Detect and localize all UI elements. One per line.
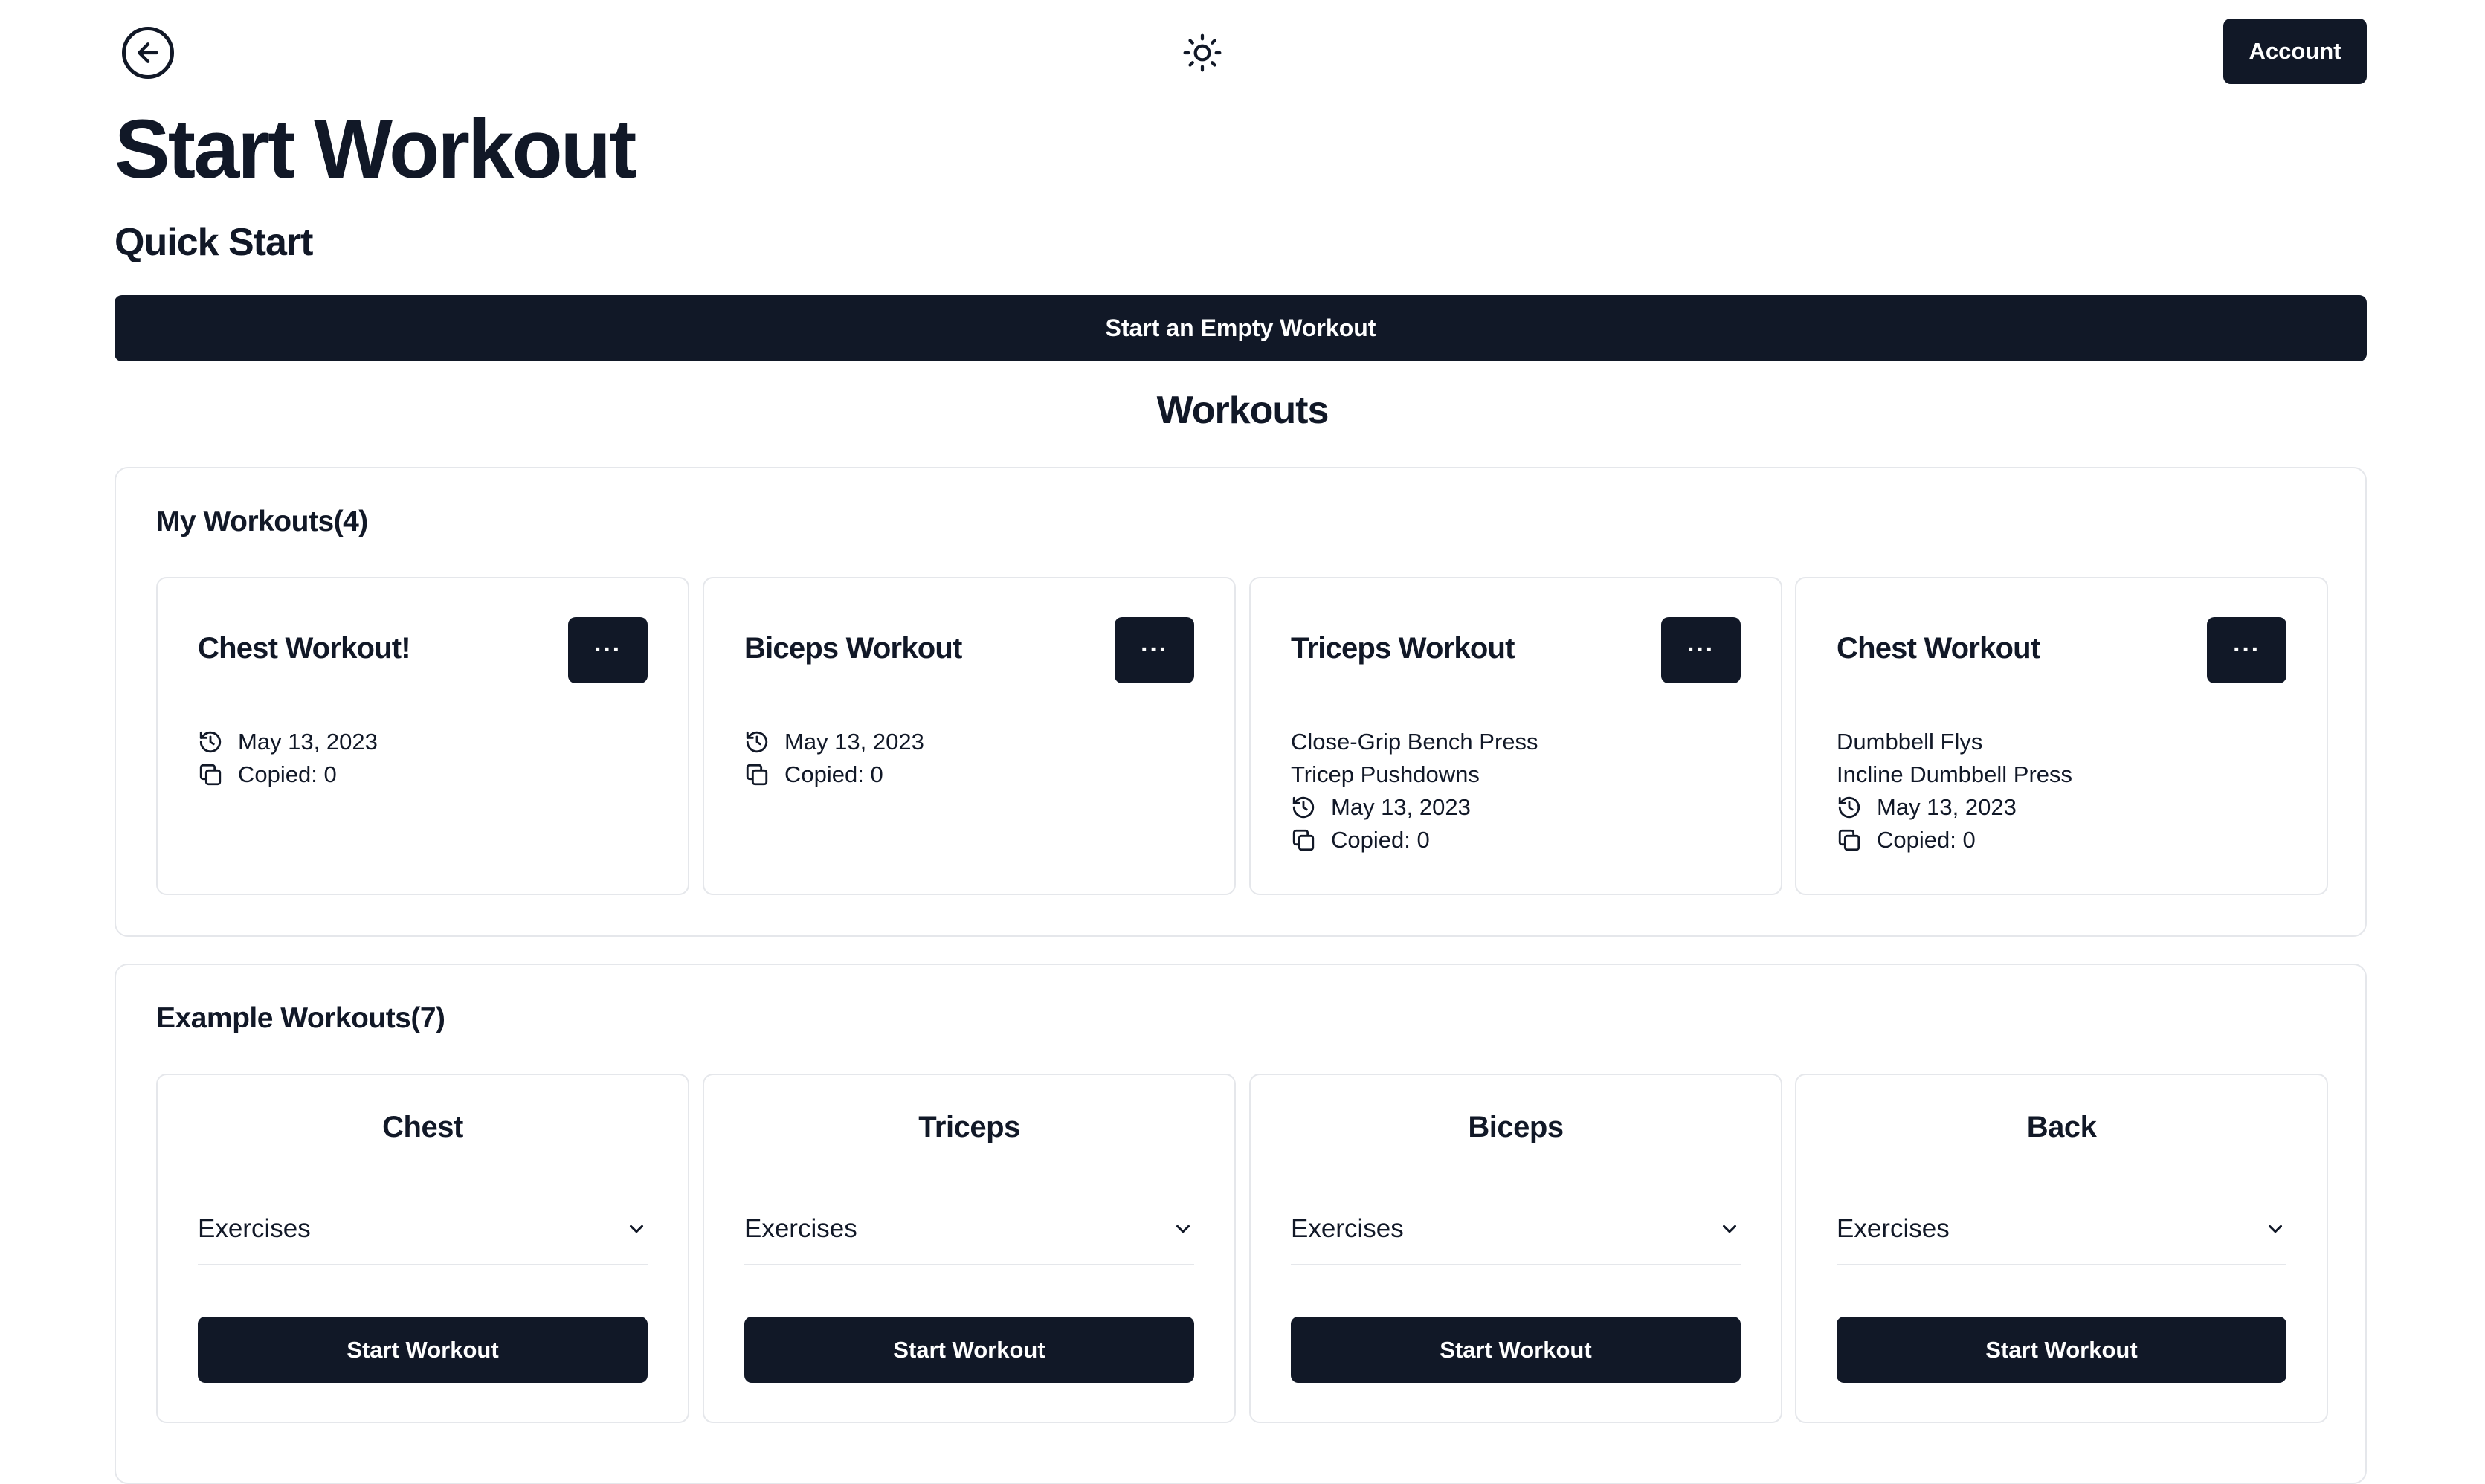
- chevron-down-icon: [2269, 1225, 2282, 1233]
- copied-row: Copied: 0: [744, 758, 1205, 791]
- workout-menu-button[interactable]: ···: [2207, 617, 2286, 683]
- start-workout-button[interactable]: Start Workout: [744, 1317, 1194, 1383]
- history-icon: [746, 731, 768, 753]
- example-workout-title: Chest: [382, 1111, 463, 1143]
- start-workout-button[interactable]: Start Workout: [198, 1317, 648, 1383]
- workout-card-body: Close-Grip Bench Press Tricep Pushdowns …: [1291, 726, 1751, 856]
- back-button[interactable]: [122, 27, 174, 79]
- page-title: Start Workout: [115, 103, 636, 196]
- workout-card: Chest Workout! ··· May 13, 2023 Copied: …: [156, 577, 689, 895]
- workout-card-title: Biceps Workout: [744, 632, 962, 665]
- example-workout-title: Back: [2026, 1111, 2097, 1143]
- workout-copied-count: Copied: 0: [238, 761, 337, 787]
- copied-row: Copied: 0: [198, 758, 658, 791]
- example-workout-card: Chest Exercises Start Workout: [156, 1074, 689, 1423]
- exercises-dropdown[interactable]: Exercises: [744, 1194, 1194, 1265]
- copied-row: Copied: 0: [1291, 824, 1751, 856]
- history-icon: [1292, 796, 1315, 819]
- account-button[interactable]: Account: [2223, 19, 2367, 84]
- workout-copied-count: Copied: 0: [784, 761, 883, 787]
- workout-copied-count: Copied: 0: [1877, 827, 1976, 853]
- start-empty-workout-button[interactable]: Start an Empty Workout: [115, 295, 2367, 361]
- workout-card-body: Dumbbell Flys Incline Dumbbell Press May…: [1837, 726, 2297, 856]
- example-workout-card: Back Exercises Start Workout: [1795, 1074, 2328, 1423]
- exercise-name: Close-Grip Bench Press: [1291, 729, 1538, 755]
- example-workout-card: Biceps Exercises Start Workout: [1249, 1074, 1782, 1423]
- date-row: May 13, 2023: [198, 726, 658, 758]
- workout-date: May 13, 2023: [784, 729, 924, 755]
- workout-date: May 13, 2023: [1331, 794, 1471, 820]
- workout-menu-button[interactable]: ···: [1115, 617, 1194, 683]
- arrow-left-circle-icon: [138, 42, 158, 63]
- my-workouts-panel: My Workouts(4) Chest Workout! ··· May 13…: [115, 467, 2367, 937]
- workout-card-title: Triceps Workout: [1291, 632, 1515, 665]
- my-workouts-title: My Workouts(4): [156, 506, 368, 538]
- history-icon: [1838, 796, 1860, 819]
- exercises-dropdown-label: Exercises: [198, 1214, 311, 1243]
- quick-start-heading: Quick Start: [115, 221, 313, 264]
- workout-card: Chest Workout ··· Dumbbell Flys Incline …: [1795, 577, 2328, 895]
- example-workout-title: Triceps: [918, 1111, 1020, 1143]
- exercises-dropdown-label: Exercises: [1837, 1214, 1950, 1243]
- workout-menu-button[interactable]: ···: [568, 617, 648, 683]
- date-row: May 13, 2023: [1291, 791, 1751, 824]
- workout-card: Triceps Workout ··· Close-Grip Bench Pre…: [1249, 577, 1782, 895]
- workout-date: May 13, 2023: [1877, 794, 2017, 820]
- history-icon: [199, 731, 222, 753]
- copy-icon: [1292, 829, 1315, 851]
- example-workout-card: Triceps Exercises Start Workout: [703, 1074, 1236, 1423]
- workout-card: Biceps Workout ··· May 13, 2023 Copied: …: [703, 577, 1236, 895]
- date-row: May 13, 2023: [1837, 791, 2297, 824]
- copy-icon: [1838, 829, 1860, 851]
- copy-icon: [746, 764, 768, 786]
- exercise-name: Dumbbell Flys: [1837, 729, 1983, 755]
- top-bar: Account: [0, 0, 2485, 104]
- example-workout-title: Biceps: [1468, 1111, 1564, 1143]
- workout-date: May 13, 2023: [238, 729, 378, 755]
- exercises-dropdown-label: Exercises: [744, 1214, 857, 1243]
- exercises-dropdown[interactable]: Exercises: [1291, 1194, 1741, 1265]
- workout-card-title: Chest Workout: [1837, 632, 2040, 665]
- exercise-name: Tricep Pushdowns: [1291, 761, 1480, 787]
- example-workouts-panel: Example Workouts(7) Chest Exercises Star…: [115, 964, 2367, 1484]
- theme-toggle-button[interactable]: [1179, 30, 1225, 76]
- workouts-heading: Workouts: [1156, 389, 1329, 432]
- exercises-dropdown-label: Exercises: [1291, 1214, 1404, 1243]
- example-workouts-title: Example Workouts(7): [156, 1002, 445, 1034]
- workout-card-body: May 13, 2023 Copied: 0: [744, 726, 1205, 791]
- exercise-name: Incline Dumbbell Press: [1837, 761, 2073, 787]
- start-workout-button[interactable]: Start Workout: [1291, 1317, 1741, 1383]
- exercises-dropdown[interactable]: Exercises: [198, 1194, 648, 1265]
- exercises-dropdown[interactable]: Exercises: [1837, 1194, 2286, 1265]
- copy-icon: [199, 764, 222, 786]
- chevron-down-icon: [630, 1225, 643, 1233]
- date-row: May 13, 2023: [744, 726, 1205, 758]
- workout-copied-count: Copied: 0: [1331, 827, 1430, 853]
- chevron-down-icon: [1723, 1225, 1736, 1233]
- workout-card-title: Chest Workout!: [198, 632, 411, 665]
- workout-menu-button[interactable]: ···: [1661, 617, 1741, 683]
- copied-row: Copied: 0: [1837, 824, 2297, 856]
- workout-card-body: May 13, 2023 Copied: 0: [198, 726, 658, 791]
- sun-icon: [1183, 33, 1222, 72]
- start-workout-button[interactable]: Start Workout: [1837, 1317, 2286, 1383]
- chevron-down-icon: [1176, 1225, 1190, 1233]
